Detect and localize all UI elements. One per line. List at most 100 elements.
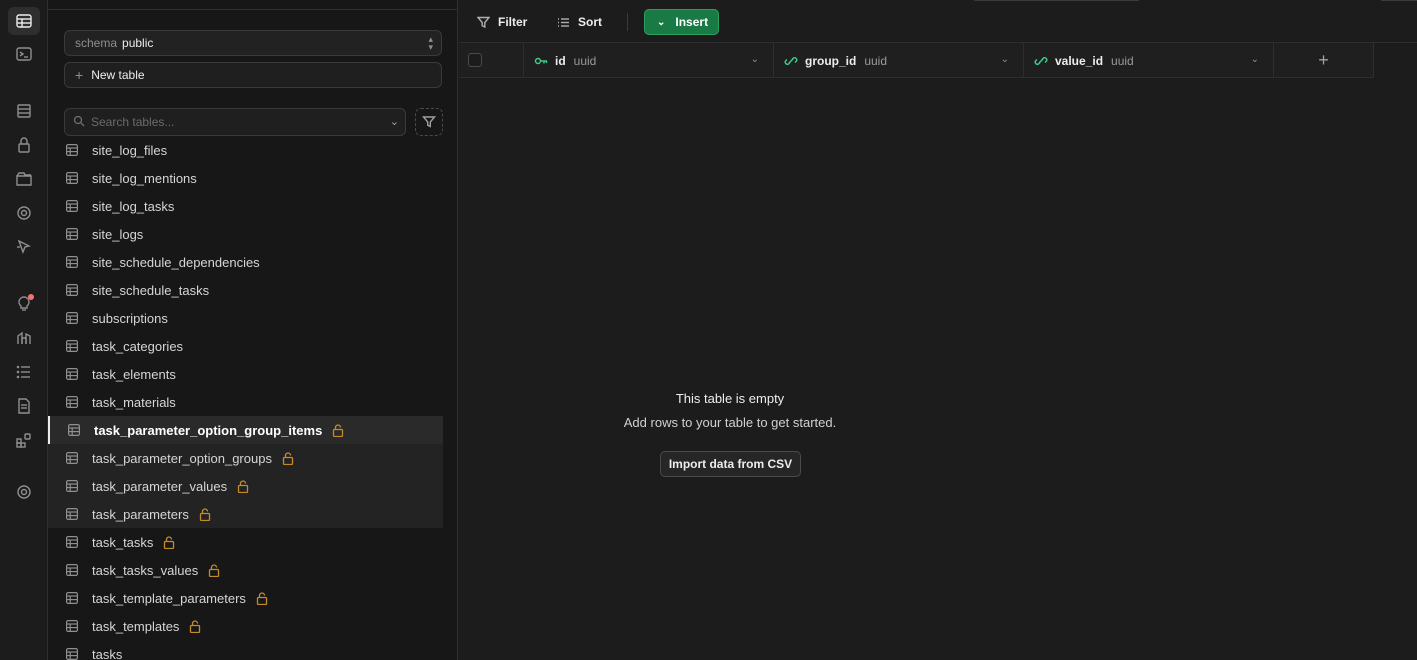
gear-icon[interactable] <box>8 478 40 506</box>
schema-select[interactable]: schema public ▴ ▾ <box>64 30 442 56</box>
table-name: task_tasks <box>92 534 154 550</box>
toolbar: Filter Sort ⌄ Insert <box>459 0 1417 43</box>
column-header-id[interactable]: id uuid ⌄ <box>524 43 774 78</box>
divider <box>48 9 458 10</box>
table-list-item[interactable]: task_elements <box>48 360 443 388</box>
link-icon <box>784 54 798 68</box>
chevrons-down-icon[interactable]: ⌄ <box>390 115 399 128</box>
new-table-button[interactable]: + New table <box>64 62 442 88</box>
notification-dot <box>28 294 34 300</box>
table-icon <box>66 284 79 297</box>
table-icon <box>66 536 79 549</box>
table-list-item[interactable]: subscriptions <box>48 304 443 332</box>
table-list-item[interactable]: task_parameters <box>48 500 443 528</box>
table-list-item[interactable]: task_templates <box>48 612 443 640</box>
table-icon <box>66 452 79 465</box>
lock-icon <box>332 423 344 437</box>
table-name: site_log_mentions <box>92 170 197 186</box>
search-icon <box>73 115 85 130</box>
list-icon[interactable] <box>8 358 40 386</box>
table-list-item[interactable]: task_template_parameters <box>48 584 443 612</box>
column-type: uuid <box>573 53 597 68</box>
lock-icon <box>163 535 175 549</box>
table-list-item[interactable]: site_log_mentions <box>48 164 443 192</box>
table-list-item[interactable]: task_tasks <box>48 528 443 556</box>
table-list-item[interactable]: task_parameter_option_group_items <box>48 416 443 444</box>
import-csv-button[interactable]: Import data from CSV <box>660 451 801 477</box>
chevron-down-icon[interactable]: ⌄ <box>751 54 759 65</box>
sort-label: Sort <box>578 15 602 29</box>
insert-button[interactable]: ⌄ Insert <box>644 9 719 35</box>
select-all-cell <box>459 43 524 78</box>
empty-state-title: This table is empty <box>675 391 785 406</box>
filter-icon <box>422 116 436 128</box>
column-header-group-id[interactable]: group_id uuid ⌄ <box>774 43 1024 78</box>
lightbulb-icon[interactable] <box>8 290 40 318</box>
filter-icon <box>477 16 490 28</box>
table-list-item[interactable]: site_log_tasks <box>48 192 443 220</box>
filter-button[interactable]: Filter <box>477 12 527 32</box>
table-list-item[interactable]: task_categories <box>48 332 443 360</box>
table-icon <box>66 172 79 185</box>
sort-button[interactable]: Sort <box>557 12 602 32</box>
table-name: site_schedule_dependencies <box>92 254 260 270</box>
table-list-item[interactable]: site_schedule_dependencies <box>48 248 443 276</box>
table-icon <box>66 144 79 157</box>
nav-rail <box>0 0 48 660</box>
table-list-item[interactable]: task_parameter_values <box>48 472 443 500</box>
chevron-down-icon[interactable]: ⌄ <box>1251 54 1259 65</box>
select-all-checkbox[interactable] <box>468 53 482 67</box>
sort-icon <box>558 17 569 27</box>
table-name: task_parameter_option_group_items <box>94 422 323 438</box>
table-icon <box>66 508 79 521</box>
chart-icon[interactable] <box>8 324 40 352</box>
sql-editor-icon[interactable] <box>8 40 40 68</box>
realtime-icon[interactable] <box>8 199 40 227</box>
lock-icon <box>237 479 249 493</box>
column-name: value_id <box>1055 53 1104 68</box>
table-icon <box>66 592 79 605</box>
chevron-down-icon: ⌄ <box>657 16 666 28</box>
table-list-item[interactable]: task_materials <box>48 388 443 416</box>
table-editor-icon[interactable] <box>8 7 40 35</box>
add-column-button[interactable]: + <box>1274 43 1374 78</box>
table-list-item[interactable]: site_logs <box>48 220 443 248</box>
lock-icon <box>199 507 211 521</box>
table-name: task_parameters <box>92 506 189 522</box>
table-name: tasks <box>92 646 123 660</box>
search-tables: ⌄ <box>64 108 406 136</box>
link-icon <box>1034 54 1048 68</box>
tab-strip-line <box>974 0 1139 1</box>
table-list-item[interactable]: tasks <box>48 640 443 660</box>
toolbar-separator <box>627 13 628 31</box>
search-input[interactable] <box>91 115 371 129</box>
plus-icon: + <box>75 67 84 83</box>
lock-icon[interactable] <box>8 131 40 159</box>
table-list-item[interactable]: task_tasks_values <box>48 556 443 584</box>
integrations-icon[interactable] <box>8 426 40 454</box>
filter-tables-button[interactable] <box>415 108 443 136</box>
table-list-item[interactable]: task_parameter_option_groups <box>48 444 443 472</box>
table-name: task_elements <box>92 366 176 382</box>
lock-icon <box>189 619 201 633</box>
table-name: task_template_parameters <box>92 590 246 606</box>
database-icon[interactable] <box>8 97 40 125</box>
schema-label: schema <box>75 36 118 50</box>
pointer-icon[interactable] <box>8 233 40 261</box>
table-name: task_parameter_values <box>92 478 228 494</box>
main-area: Filter Sort ⌄ Insert id uuid ⌄ group_id … <box>459 0 1417 660</box>
table-icon <box>66 396 79 409</box>
grid-header: id uuid ⌄ group_id uuid ⌄ value_id uuid … <box>459 43 1374 78</box>
table-list-item[interactable]: site_schedule_tasks <box>48 276 443 304</box>
table-icon <box>66 648 78 660</box>
empty-state-subtitle: Add rows to your table to get started. <box>623 415 837 430</box>
archive-icon[interactable] <box>8 165 40 193</box>
lock-icon <box>208 563 220 577</box>
chevron-down-icon[interactable]: ⌄ <box>1001 54 1009 65</box>
table-icon <box>66 564 79 577</box>
column-type: uuid <box>864 53 888 68</box>
document-icon[interactable] <box>8 392 40 420</box>
table-list-item[interactable]: site_log_files <box>48 136 443 164</box>
column-header-value-id[interactable]: value_id uuid ⌄ <box>1024 43 1274 78</box>
tab-strip-line <box>1381 0 1417 1</box>
